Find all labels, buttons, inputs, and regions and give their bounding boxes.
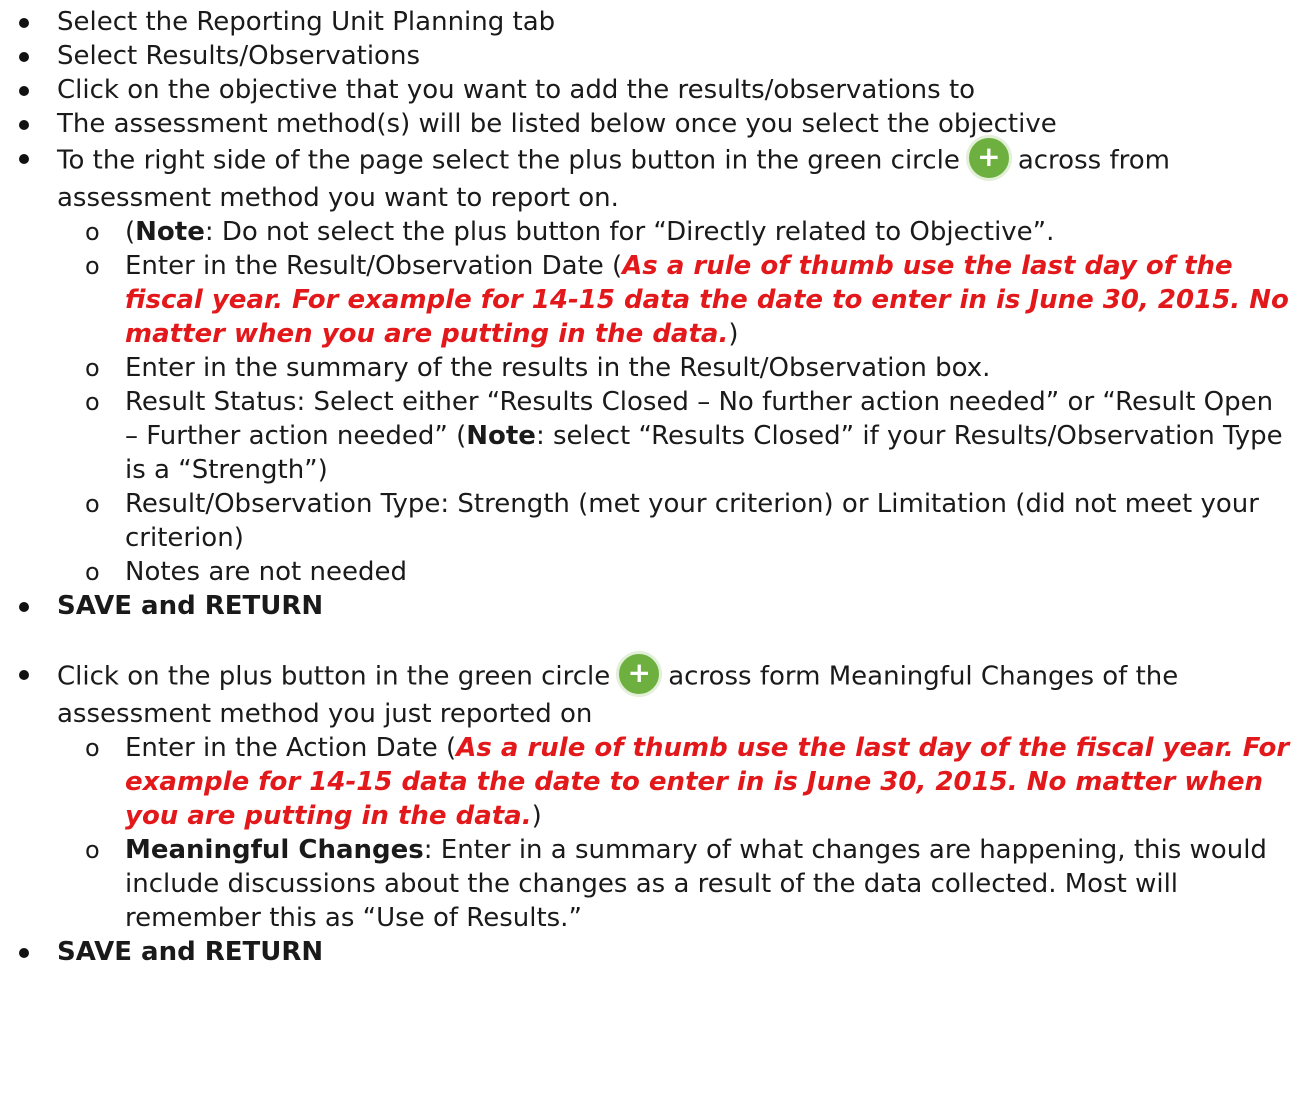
bullet-save-return-1: SAVE and RETURN [19,589,1293,623]
sub-observation-type: Result/Observation Type: Strength (met y… [85,487,1293,555]
instructions-document: Select the Reporting Unit Planning tab S… [0,0,1307,969]
bullet-select-plus: To the right side of the page select the… [19,135,1293,215]
sub-action-date: Enter in the Action Date (As a rule of t… [85,731,1293,833]
sub-result-date: Enter in the Result/Observation Date (As… [85,249,1293,351]
bullet-click-plus-meaningful: Click on the plus button in the green ci… [19,651,1293,731]
sub-result-status: Result Status: Select either “Results Cl… [85,385,1293,487]
plus-circle-icon: + [965,135,1012,181]
bullet-select-tab: Select the Reporting Unit Planning tab [19,5,1293,39]
sub-meaningful-changes: Meaningful Changes: Enter in a summary o… [85,833,1293,935]
sub-summary: Enter in the summary of the results in t… [85,351,1293,385]
sub-note-directly-related: (Note: Do not select the plus button for… [85,215,1293,249]
plus-circle-icon: + [616,651,663,697]
bullet-save-return-2: SAVE and RETURN [19,935,1293,969]
bullet-click-objective: Click on the objective that you want to … [19,73,1293,107]
sub-notes: Notes are not needed [85,555,1293,589]
bullet-assessment-listed: The assessment method(s) will be listed … [19,107,1293,141]
bullet-select-results: Select Results/Observations [19,39,1293,73]
